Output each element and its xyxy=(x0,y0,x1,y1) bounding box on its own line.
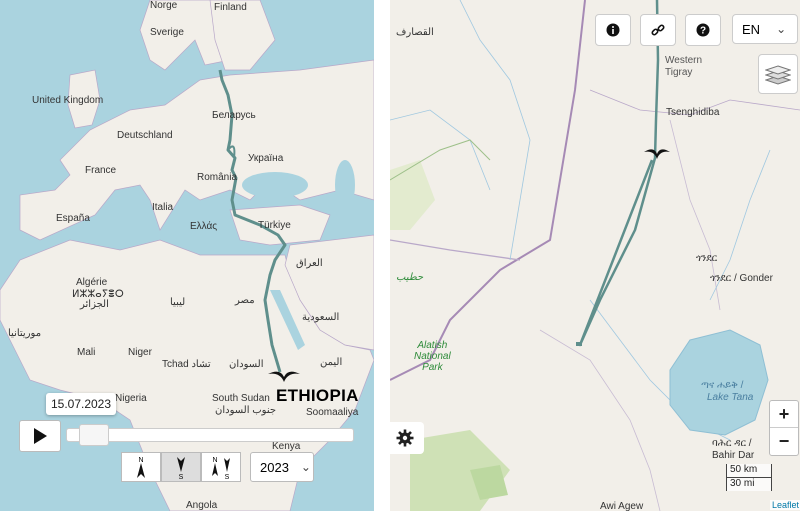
svg-text:?: ? xyxy=(700,26,706,37)
both-north-letter: N xyxy=(212,457,217,464)
label-italia: Italia xyxy=(152,202,174,213)
label-gonder: ጎንደር / Gonder xyxy=(710,273,773,284)
border-grey-3 xyxy=(539,329,661,511)
label-tchad: Tchad تشاد xyxy=(162,359,211,370)
current-date-tooltip: 15.07.2023 xyxy=(46,393,116,415)
settings-button[interactable] xyxy=(386,422,424,454)
label-nigeria: Nigeria xyxy=(115,393,147,404)
attribution-link[interactable]: Leaflet xyxy=(770,500,800,510)
direction-south-button[interactable]: S xyxy=(161,452,201,482)
north-arrow-icon: N xyxy=(137,457,145,478)
label-belarus: Беларусь xyxy=(212,110,256,121)
border-purple-2 xyxy=(390,239,521,261)
label-ellas: Ελλάς xyxy=(190,221,218,232)
label-sverige: Sverige xyxy=(150,27,184,38)
chevron-down-icon: ⌄ xyxy=(776,22,787,36)
label-sudan: السودان xyxy=(229,359,264,370)
label-hateeb: حطيب xyxy=(396,272,424,283)
label-angola: Angola xyxy=(186,500,218,511)
label-espana: España xyxy=(56,213,90,224)
zoom-out-button[interactable]: − xyxy=(770,428,798,455)
scale-bar: 50 km 30 mi xyxy=(726,464,772,491)
zoom-control: + − xyxy=(769,400,799,456)
label-deutschland: Deutschland xyxy=(117,130,173,141)
language-value: EN xyxy=(742,21,761,37)
year-select[interactable]: 2023 ⌄ xyxy=(250,452,314,482)
label-tsenghidiba: Tsenghidiba xyxy=(666,107,720,118)
migration-track-detail xyxy=(578,0,660,347)
layers-icon xyxy=(765,65,791,85)
label-turkiye: Türkiye xyxy=(258,220,291,231)
share-link-button[interactable] xyxy=(640,14,676,46)
label-finland: Finland xyxy=(214,2,247,13)
label-mali: Mali xyxy=(77,347,96,358)
label-algerie-ar: الجزائر xyxy=(80,299,109,310)
label-lake-tana-am: ጣና ሐይቅ / xyxy=(701,380,744,391)
label-kenya: Kenya xyxy=(272,441,301,452)
language-select[interactable]: EN ⌄ xyxy=(732,14,798,44)
label-lake-tana: Lake Tana xyxy=(707,392,754,403)
scale-metric: 50 km xyxy=(726,464,772,478)
direction-north-button[interactable]: N xyxy=(121,452,161,482)
detail-map[interactable]: القصارف Western Tigray Tsenghidiba ጎንደር … xyxy=(390,0,800,511)
label-bahir-dar-am: ባሕር ዳር / xyxy=(712,438,752,449)
label-somaaliya: Soomaaliya xyxy=(306,407,359,418)
south-arrow-icon: S xyxy=(177,457,185,480)
green-area-left xyxy=(390,160,435,230)
label-romania: România xyxy=(197,172,238,183)
north-letter: N xyxy=(138,457,143,464)
label-south-sudan: South Sudan xyxy=(212,393,270,404)
play-button[interactable] xyxy=(19,420,61,452)
label-algerie: Algérie xyxy=(76,277,108,288)
label-france: France xyxy=(85,165,117,176)
zoom-in-button[interactable]: + xyxy=(770,401,798,428)
help-icon: ? xyxy=(696,23,710,37)
label-iraq: العراق xyxy=(296,258,323,269)
destination-country-title: ETHIOPIA xyxy=(276,386,359,405)
label-alatish-park: Alatish National Park xyxy=(414,340,451,373)
layers-button[interactable] xyxy=(758,54,798,94)
scale-imperial: 30 mi xyxy=(726,477,772,491)
label-libya: ليبيا xyxy=(170,297,186,308)
bird-marker-detail-icon xyxy=(644,149,670,159)
label-mauritania: موريتانيا xyxy=(8,328,42,339)
chevron-down-icon: ⌄ xyxy=(300,460,311,474)
label-ukraina: Україна xyxy=(248,153,284,164)
label-gonder-am: ጎንደር xyxy=(696,253,718,264)
detail-map-canvas xyxy=(390,0,800,511)
timeline-slider-handle[interactable] xyxy=(78,424,109,446)
label-niger: Niger xyxy=(128,347,152,358)
current-date: 15.07.2023 xyxy=(50,397,112,411)
black-sea xyxy=(242,172,308,198)
direction-both-button[interactable]: N S xyxy=(201,452,241,482)
label-united-kingdom: United Kingdom xyxy=(32,95,104,106)
label-south-sudan-ar: جنوب السودان xyxy=(215,405,277,416)
north-south-arrows-icon: N S xyxy=(212,457,230,480)
info-button[interactable] xyxy=(595,14,631,46)
link-icon xyxy=(651,24,665,36)
label-saudi: السعودية xyxy=(302,312,340,323)
play-icon xyxy=(34,428,47,444)
label-misr: مصر xyxy=(235,295,255,306)
label-qusayr: القصارف xyxy=(396,27,434,38)
timeline-slider[interactable] xyxy=(66,428,354,442)
label-bahir-dar: Bahir Dar xyxy=(712,450,755,461)
label-western-tigray: Western Tigray xyxy=(665,55,703,78)
label-yemen: اليمن xyxy=(320,357,343,368)
caspian-sea xyxy=(335,160,355,210)
gear-icon xyxy=(396,429,414,447)
year-value: 2023 xyxy=(260,459,289,475)
help-button[interactable]: ? xyxy=(685,14,721,46)
label-norge: Norge xyxy=(150,0,178,11)
both-south-letter: S xyxy=(225,474,230,480)
info-icon xyxy=(606,23,620,37)
river-1 xyxy=(459,0,531,261)
label-awi-agew: Awi Agew xyxy=(600,501,644,511)
overview-map[interactable]: Norge Finland Sverige United Kingdom Бел… xyxy=(0,0,374,511)
track-end-point xyxy=(576,342,582,346)
south-letter: S xyxy=(179,474,184,480)
